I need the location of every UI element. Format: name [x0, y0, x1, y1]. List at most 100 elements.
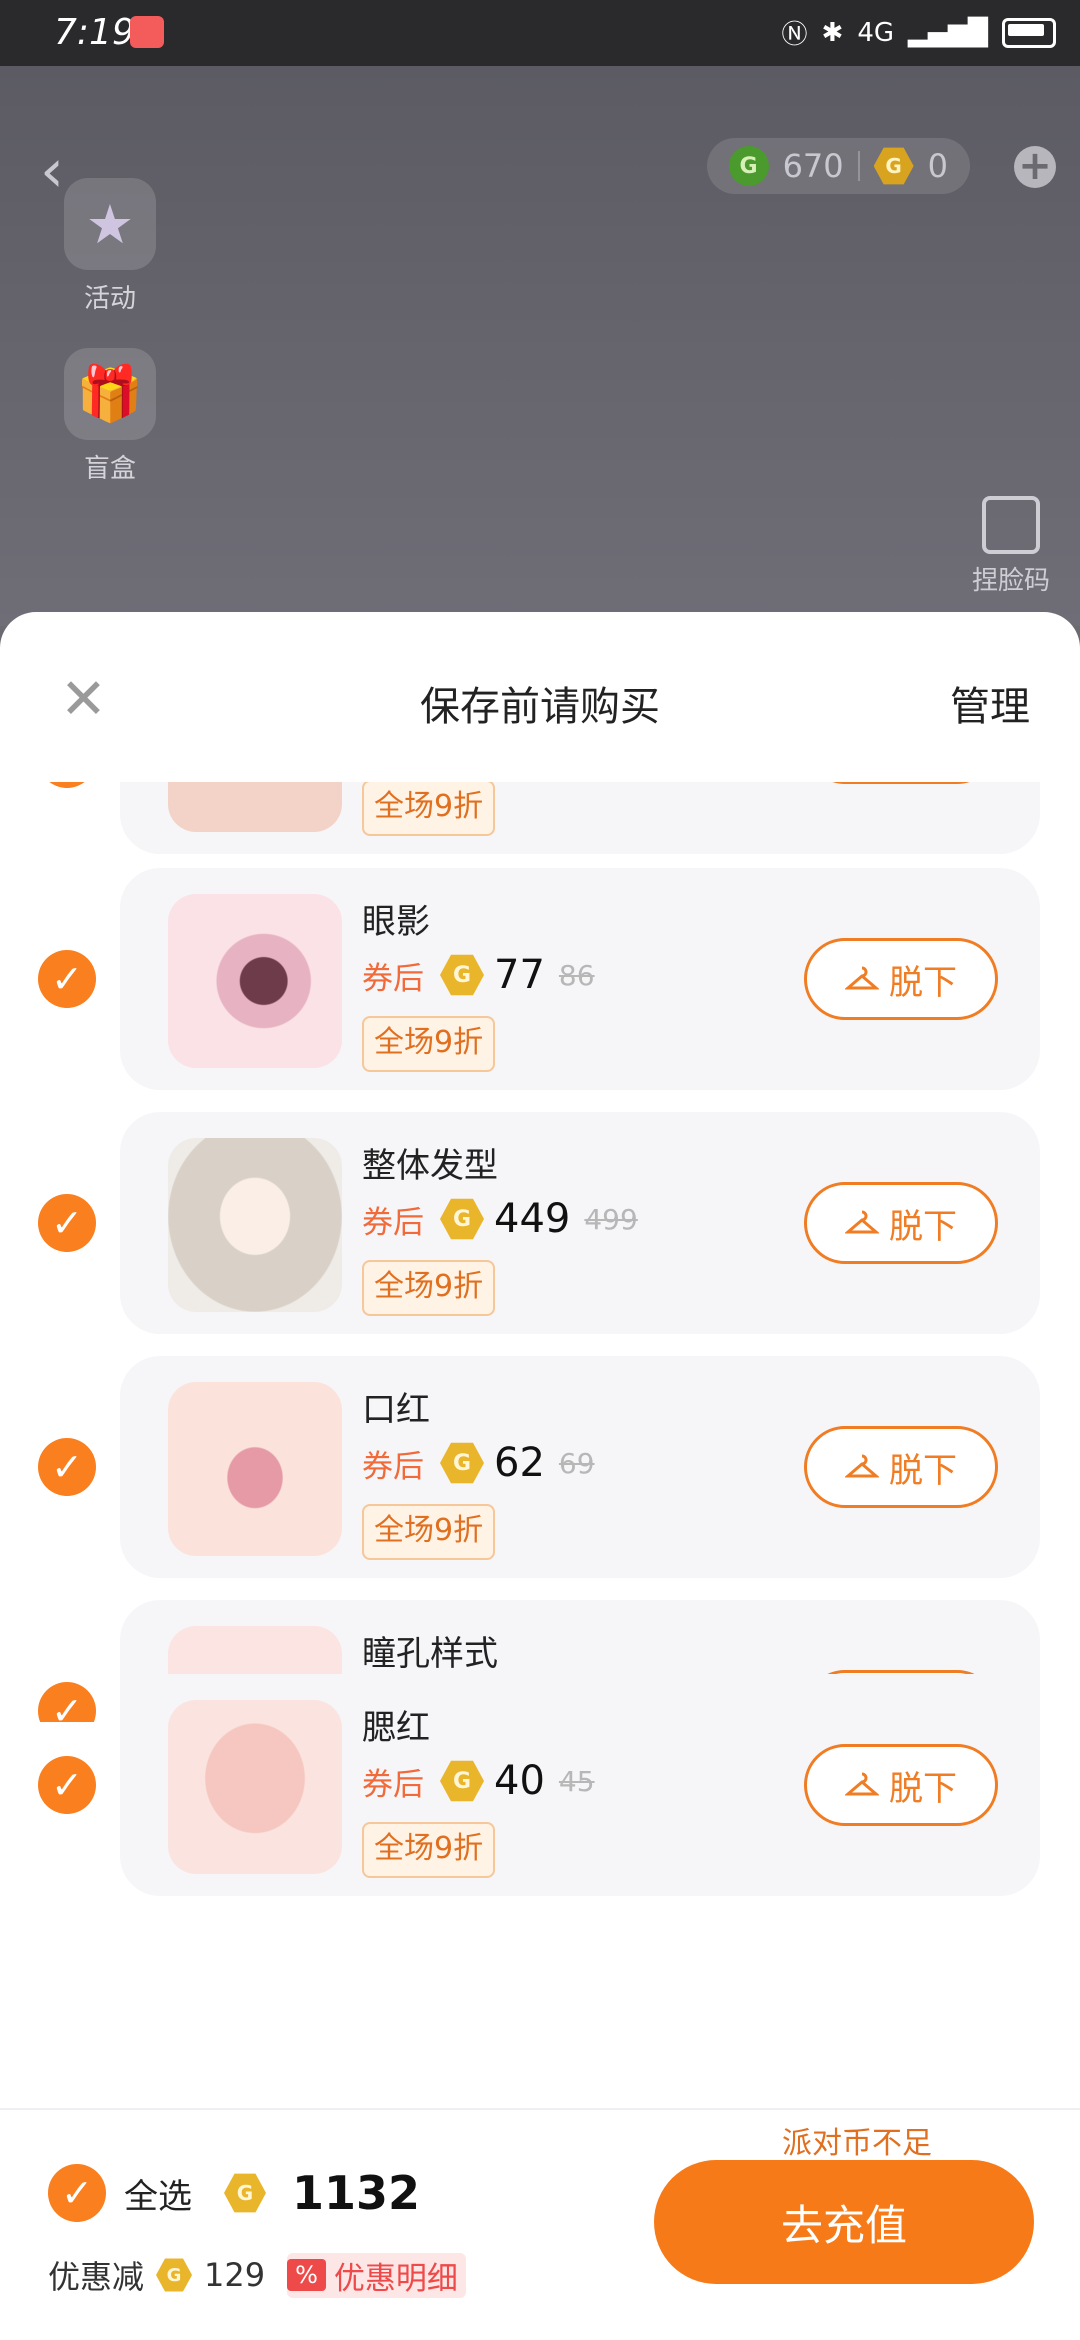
lipstick-thumbnail [168, 1382, 342, 1556]
edit-icon [981, 496, 1040, 554]
take-off-label: 脱下 [889, 962, 957, 1003]
select-all-toggle[interactable]: ✓ 全选 G 1132 [48, 2164, 420, 2222]
discount-detail-link[interactable]: % 优惠明细 [287, 2252, 466, 2298]
item-price: 40 [494, 1758, 545, 1804]
background-page: ‹ G 670 G 0 + ★ 活动 🎁 盲盒 捏脸码 [0, 66, 1080, 626]
checkout-footer: 派对币不足 ✓ 全选 G 1132 优惠减 G 129 % 优惠明细 去充值 [0, 2108, 1080, 2340]
coin-icon: G [156, 2258, 193, 2292]
item-card: 眼影 券后 G 77 86 全场9折 脱下 [120, 868, 1040, 1090]
side-item-label: 盲盒 [83, 454, 136, 484]
recharge-button[interactable]: 去充值 [654, 2160, 1034, 2284]
discount-detail-label: 优惠明细 [333, 2260, 458, 2297]
item-card: 腮红 券后 G 40 45 全场9折 脱下 [120, 1674, 1040, 1896]
coin-icon: G [224, 2173, 266, 2213]
checkbox-checked[interactable]: ✓ [38, 782, 96, 788]
total-price: 1132 [292, 2166, 421, 2220]
price-row: 券后 G 40 45 [362, 1758, 595, 1804]
eye-thumbnail [168, 782, 342, 832]
take-off-button[interactable]: 脱下 [804, 1182, 998, 1264]
promo-badge: 全场9折 [362, 1504, 496, 1560]
coin-icon: G [440, 954, 484, 996]
item-name: 口红 [362, 1390, 430, 1430]
item-name: 瞳孔样式 [362, 1634, 498, 1674]
status-icons: Ⓝ ✱ 4G ▂▄▆█ [781, 14, 1056, 51]
promo-badge: 全场9折 [362, 1016, 496, 1072]
status-time: 7:19 [54, 12, 135, 53]
price-row: 券后 G 449 499 [362, 1196, 638, 1242]
g-coin-icon: G [728, 146, 769, 186]
take-off-button[interactable]: 脱下 [804, 938, 998, 1020]
hanger-icon [845, 1454, 879, 1478]
item-list[interactable]: ✓ 券后 G 81 全场9折 脱下 ✓ 眼影 [0, 782, 1080, 1722]
percent-icon: % [287, 2259, 326, 2291]
promo-badge: 全场9折 [362, 1822, 496, 1878]
status-bar: 7:19 Ⓝ ✱ 4G ▂▄▆█ [0, 0, 1080, 66]
promo-badge: 全场9折 [362, 1260, 496, 1316]
price-row: 券后 G 62 69 [362, 1440, 595, 1486]
take-off-label: 脱下 [889, 1450, 957, 1491]
hairstyle-thumbnail [168, 1138, 342, 1312]
coupon-label: 券后 [362, 960, 424, 997]
list-item: ✓ 整体发型 券后 G 449 499 全场9折 脱下 [0, 1112, 1080, 1334]
item-price: 62 [494, 1440, 545, 1486]
nfc-icon: Ⓝ [781, 20, 808, 50]
take-off-button[interactable]: 脱下 [804, 782, 998, 784]
item-name: 整体发型 [362, 1146, 498, 1186]
checkbox-checked[interactable]: ✓ [38, 950, 96, 1008]
notification-app-icon [130, 16, 164, 48]
discount-label: 优惠减 [48, 2258, 145, 2296]
manage-button[interactable]: 管理 [950, 674, 1030, 732]
item-price: 449 [494, 1196, 571, 1242]
promo-badge: 全场9折 [362, 782, 496, 836]
hanger-icon [845, 1772, 879, 1796]
take-off-button[interactable]: 脱下 [804, 1744, 998, 1826]
take-off-button[interactable]: 脱下 [804, 1426, 998, 1508]
checkbox-checked[interactable]: ✓ [38, 1194, 96, 1252]
divider [857, 151, 860, 181]
gold-balance: 0 [927, 147, 948, 185]
item-price: 77 [494, 952, 545, 998]
signal-icon: ▂▄▆█ [908, 17, 988, 48]
discount-row: 优惠减 G 129 % 优惠明细 [48, 2252, 466, 2298]
list-item: ✓ 口红 券后 G 62 69 全场9折 脱下 [0, 1356, 1080, 1578]
coin-icon: G [440, 1198, 484, 1240]
select-all-label: 全选 [124, 2176, 192, 2217]
g-balance: 670 [782, 147, 844, 185]
hanger-icon [845, 1210, 879, 1234]
original-price: 69 [558, 1446, 595, 1480]
list-item: ✓ 券后 G 81 全场9折 脱下 [0, 782, 1080, 854]
original-price: 499 [584, 1202, 638, 1236]
price-row: 券后 G 77 86 [362, 952, 595, 998]
take-off-label: 脱下 [889, 1206, 957, 1247]
face-code-label: 捏脸码 [971, 566, 1050, 596]
star-icon: ★ [64, 178, 156, 270]
checkbox-checked[interactable]: ✓ [48, 2164, 106, 2222]
battery-icon [1002, 17, 1056, 48]
face-code-button[interactable]: 捏脸码 [972, 496, 1050, 597]
side-item-blindbox[interactable]: 🎁 盲盒 [50, 348, 170, 485]
eyeshadow-thumbnail [168, 894, 342, 1068]
take-off-label: 脱下 [889, 1768, 957, 1809]
sheet-title: 保存前请购买 [420, 684, 660, 730]
gold-coin-icon: G [873, 147, 914, 185]
original-price: 45 [558, 1764, 595, 1798]
insufficient-notice: 派对币不足 [782, 2126, 932, 2161]
currency-bar: G 670 G 0 [706, 138, 970, 194]
item-card: 整体发型 券后 G 449 499 全场9折 脱下 [120, 1112, 1040, 1334]
coupon-label: 券后 [362, 1766, 424, 1803]
add-currency-button[interactable]: + [1014, 146, 1056, 188]
network-label: 4G [857, 17, 895, 48]
bluetooth-icon: ✱ [821, 17, 844, 48]
item-name: 腮红 [362, 1708, 430, 1748]
item-name: 眼影 [362, 902, 430, 942]
item-card: 口红 券后 G 62 69 全场9折 脱下 [120, 1356, 1040, 1578]
coin-icon: G [440, 1760, 484, 1802]
coupon-label: 券后 [362, 1204, 424, 1241]
side-item-activity[interactable]: ★ 活动 [50, 178, 170, 315]
original-price: 86 [558, 958, 595, 992]
discount-value: 129 [204, 2256, 266, 2294]
item-card: 券后 G 81 全场9折 脱下 [120, 782, 1040, 854]
checkbox-checked[interactable]: ✓ [38, 1438, 96, 1496]
checkbox-checked[interactable]: ✓ [38, 1756, 96, 1814]
list-item: ✓ 腮红 券后 G 40 45 全场9折 脱下 [0, 1674, 1080, 1896]
